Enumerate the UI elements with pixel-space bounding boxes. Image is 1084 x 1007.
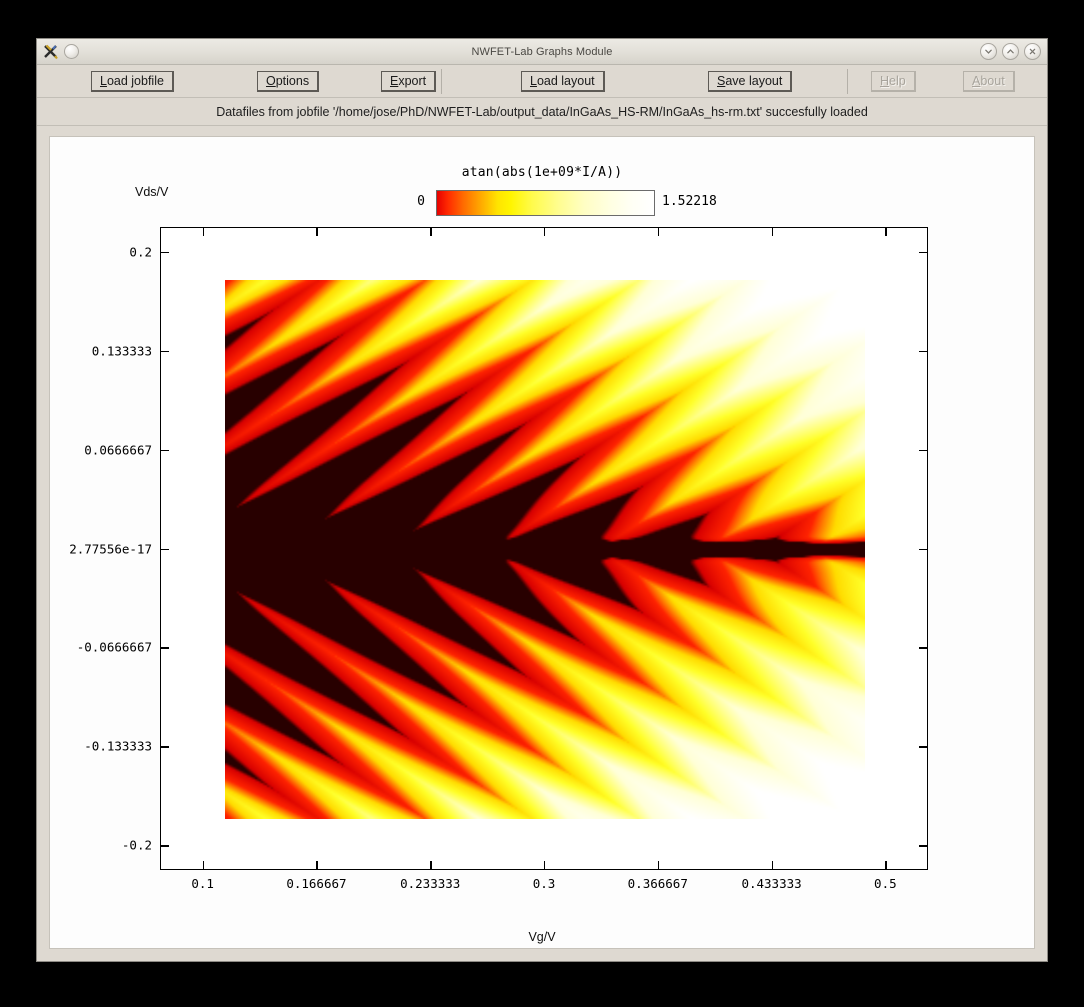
y-tick-label-5: -0.133333 (84, 738, 152, 754)
colorbar-min-label: 0 (417, 194, 425, 209)
screen: NWFET-Lab Graphs Module Load jobfile Opt… (0, 0, 1084, 1007)
graph-canvas[interactable]: atan(abs(1e+09*I/A)) 0 1.52218 Vds/V Vg/… (49, 136, 1035, 949)
y-tick-1-right (919, 350, 928, 353)
about-button: About (963, 71, 1015, 92)
x-tick-label-6: 0.5 (874, 876, 897, 891)
close-button[interactable] (1024, 43, 1041, 60)
status-message: Datafiles from jobfile '/home/jose/PhD/N… (216, 104, 868, 119)
y-tick-5 (160, 746, 169, 748)
y-tick-6-right (919, 845, 928, 847)
x-tick-3-top (544, 227, 546, 236)
x-tick-5 (771, 861, 773, 870)
x-tick-1-top (316, 227, 318, 236)
x-tick-4 (657, 861, 660, 870)
y-tick-4 (160, 647, 169, 649)
y-tick-6 (160, 845, 169, 847)
y-tick-0 (160, 251, 169, 254)
y-tick-3-right (919, 548, 928, 550)
toolbar-separator-1 (847, 69, 848, 94)
x-tick-5-top (771, 227, 773, 236)
options-button[interactable]: Options (257, 71, 320, 92)
x-tick-1 (316, 861, 318, 870)
x-tick-2 (430, 861, 432, 870)
maximize-button[interactable] (1002, 43, 1019, 60)
chevron-down-icon (985, 49, 992, 54)
y-axis-label: Vds/V (135, 185, 169, 199)
title-bar-left (37, 44, 79, 60)
load-layout-button[interactable]: Load layout (521, 71, 605, 92)
colorbar (436, 190, 655, 216)
x-tick-0 (202, 861, 205, 870)
minimize-button[interactable] (980, 43, 997, 60)
plot-container: atan(abs(1e+09*I/A)) 0 1.52218 Vds/V Vg/… (37, 126, 1047, 961)
y-tick-3 (160, 548, 169, 550)
colorbar-max-label: 1.52218 (662, 194, 717, 209)
application-window: NWFET-Lab Graphs Module Load jobfile Opt… (36, 38, 1048, 962)
x-tick-3 (544, 861, 546, 870)
x-tick-label-0: 0.1 (191, 876, 214, 891)
window-menu-icon[interactable] (64, 44, 79, 59)
x-tick-6-top (885, 227, 887, 236)
x-tick-label-5: 0.433333 (741, 876, 802, 891)
x-tick-label-4: 0.366667 (627, 876, 688, 891)
x-tick-label-2: 0.233333 (400, 876, 461, 891)
x-axis-label: Vg/V (528, 930, 556, 944)
window-title: NWFET-Lab Graphs Module (471, 45, 613, 58)
heatmap-canvas (225, 280, 865, 819)
x-tick-4-top (657, 227, 660, 236)
chevron-up-icon (1007, 49, 1014, 54)
y-tick-1 (160, 350, 169, 353)
y-tick-label-3: 2.77556e-17 (69, 541, 152, 556)
window-controls (980, 39, 1041, 64)
export-button[interactable]: Export (381, 71, 437, 92)
title-bar: NWFET-Lab Graphs Module (37, 39, 1047, 65)
y-tick-5-right (919, 746, 928, 748)
y-tick-2-right (919, 449, 928, 451)
y-tick-label-1: 0.133333 (91, 343, 152, 359)
y-tick-label-0: 0.2 (129, 244, 152, 260)
y-tick-label-6: -0.2 (121, 837, 152, 853)
toolbar: Load jobfile Options Export Load layout Save… (37, 65, 1047, 98)
x-tick-6 (885, 861, 887, 870)
y-tick-0-right (919, 251, 928, 254)
y-tick-label-2: 0.0666667 (84, 442, 152, 458)
x-tick-0-top (202, 227, 205, 236)
x-tick-2-top (430, 227, 432, 236)
heatmap-image (225, 280, 865, 819)
y-tick-2 (160, 449, 169, 451)
x-tick-label-3: 0.3 (532, 876, 556, 891)
x-logo-icon (44, 44, 58, 59)
x-tick-label-1: 0.166667 (286, 876, 347, 891)
save-layout-button[interactable]: Save layout (708, 71, 793, 92)
colorbar-title: atan(abs(1e+09*I/A)) (461, 165, 623, 180)
status-bar: Datafiles from jobfile '/home/jose/PhD/N… (37, 98, 1047, 126)
toolbar-separator-0 (441, 69, 442, 94)
y-tick-label-4: -0.0666667 (76, 639, 152, 655)
y-tick-4-right (919, 647, 928, 649)
close-icon (1029, 48, 1036, 55)
help-button: Help (871, 71, 916, 92)
load-jobfile-button[interactable]: Load jobfile (91, 71, 174, 92)
